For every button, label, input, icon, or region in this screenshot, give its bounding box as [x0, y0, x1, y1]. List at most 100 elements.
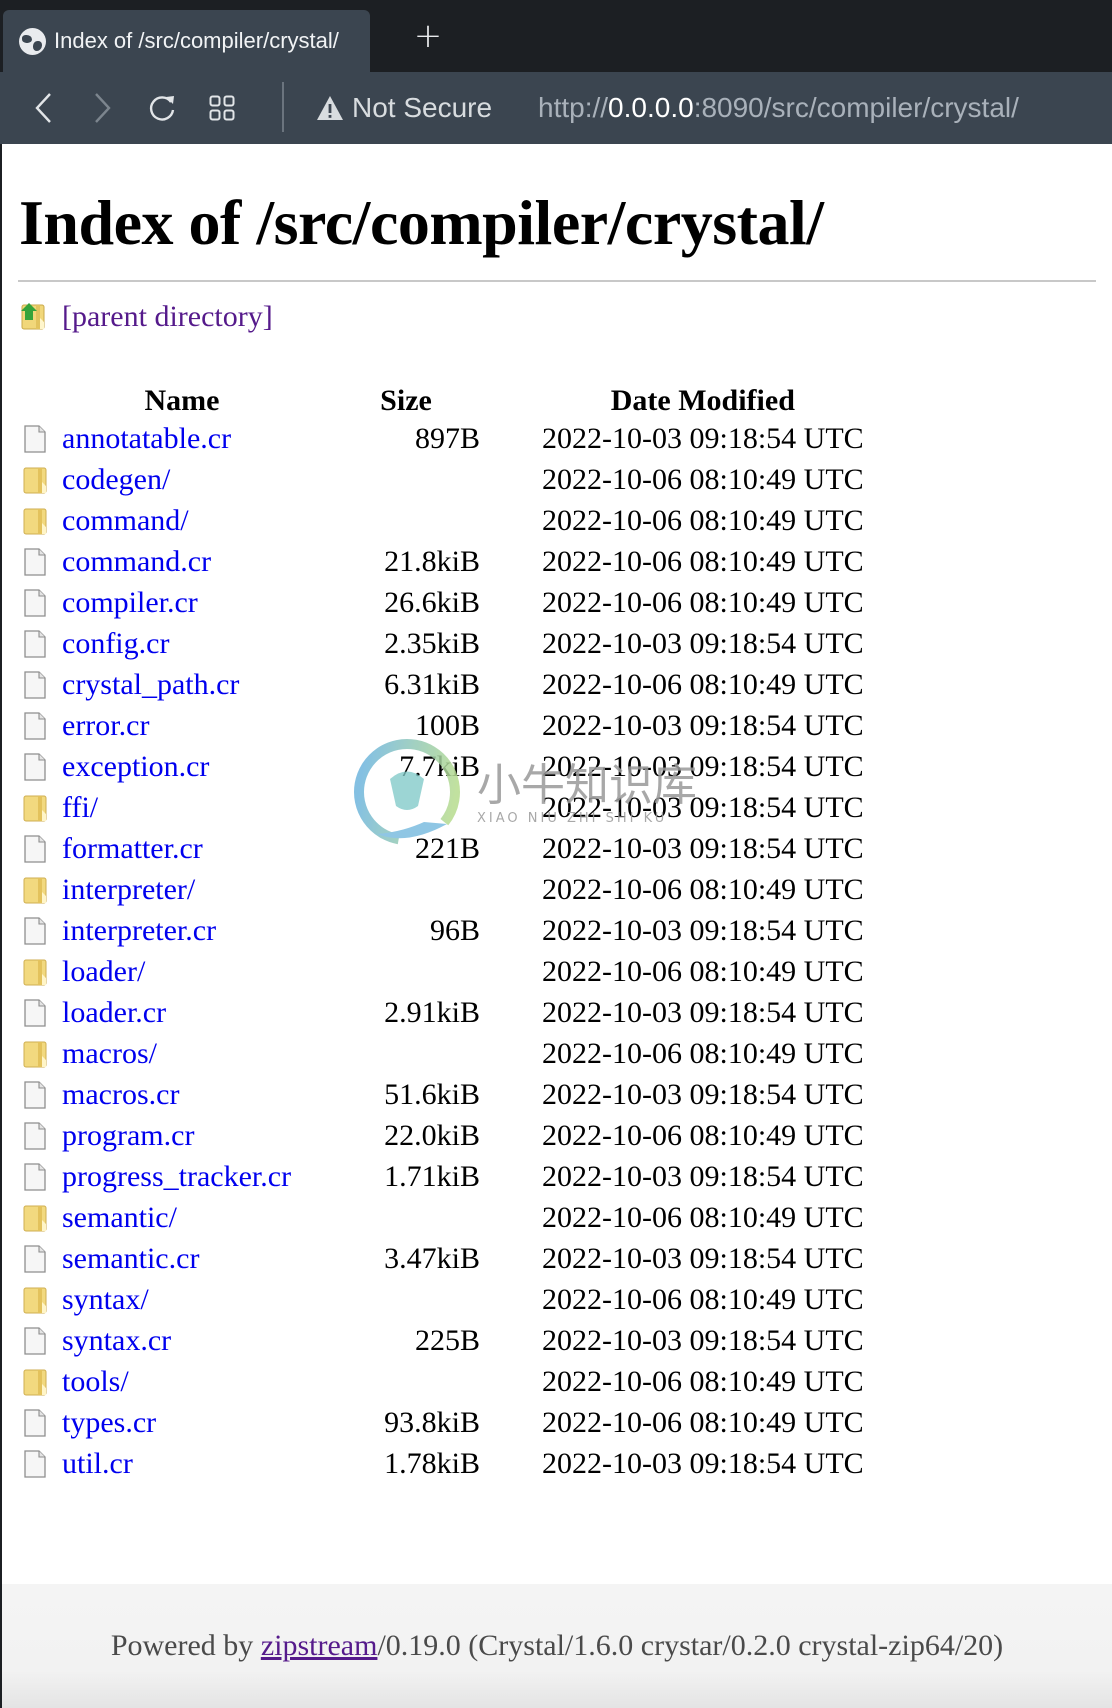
entry-size: 93.8kiB: [384, 1405, 480, 1439]
entry-date: 2022-10-06 08:10:49 UTC: [542, 1405, 864, 1439]
grid-icon: [209, 95, 235, 121]
tab-overview-button[interactable]: [202, 86, 242, 130]
folder-icon: [23, 1205, 47, 1231]
entry-link[interactable]: semantic/: [62, 1201, 177, 1234]
entry-size: 221B: [414, 831, 480, 865]
entry-date: 2022-10-03 09:18:54 UTC: [542, 421, 864, 455]
tab-title: Index of /src/compiler/crystal/: [54, 28, 339, 53]
toolbar-separator: [282, 82, 284, 132]
table-row: codegen/ 2022-10-06 08:10:49 UTC: [20, 459, 864, 500]
table-row: util.cr 1.78kiB 2022-10-03 09:18:54 UTC: [20, 1443, 864, 1484]
column-header-name[interactable]: Name: [20, 380, 302, 418]
entry-link[interactable]: semantic.cr: [62, 1242, 199, 1275]
warning-icon: [317, 96, 343, 120]
entry-date: 2022-10-06 08:10:49 UTC: [542, 544, 864, 578]
entry-size: 897B: [414, 421, 480, 455]
page-title: Index of /src/compiler/crystal/: [19, 187, 824, 258]
folder-icon: [23, 795, 47, 821]
file-icon: [24, 1080, 46, 1109]
table-row: ffi/ 2022-10-03 09:18:54 UTC: [20, 787, 864, 828]
entry-date: 2022-10-06 08:10:49 UTC: [542, 954, 864, 988]
table-row: error.cr 100B 2022-10-03 09:18:54 UTC: [20, 705, 864, 746]
entry-size: [302, 787, 480, 828]
footer-version: /0.19.0 (Crystal/1.6.0 crystar/0.2.0 cry…: [377, 1629, 1004, 1662]
entry-link[interactable]: formatter.cr: [62, 832, 203, 865]
zipstream-link[interactable]: zipstream: [261, 1629, 378, 1663]
entry-date: 2022-10-06 08:10:49 UTC: [542, 503, 864, 537]
entry-link[interactable]: syntax/: [62, 1283, 149, 1316]
table-row: interpreter/ 2022-10-06 08:10:49 UTC: [20, 869, 864, 910]
file-icon: [24, 1326, 46, 1355]
entry-link[interactable]: codegen/: [62, 463, 170, 496]
entry-link[interactable]: loader.cr: [62, 996, 166, 1029]
file-icon: [24, 916, 46, 945]
entry-link[interactable]: macros.cr: [62, 1078, 179, 1111]
entry-size: 2.91kiB: [384, 995, 480, 1029]
entry-link[interactable]: types.cr: [62, 1406, 156, 1439]
entry-link[interactable]: config.cr: [62, 627, 169, 660]
url-host: 0.0.0.0: [608, 92, 694, 123]
new-tab-button[interactable]: +: [410, 18, 446, 54]
file-icon: [24, 629, 46, 658]
entry-date: 2022-10-03 09:18:54 UTC: [542, 995, 864, 1029]
entry-link[interactable]: command/: [62, 504, 189, 537]
folder-icon: [23, 1041, 47, 1067]
table-row: semantic.cr 3.47kiB 2022-10-03 09:18:54 …: [20, 1238, 864, 1279]
entry-size: 26.6kiB: [384, 585, 480, 619]
folder-icon: [23, 1287, 47, 1313]
entry-size: 2.35kiB: [384, 626, 480, 660]
entry-link[interactable]: loader/: [62, 955, 145, 988]
folder-icon: [23, 508, 47, 534]
entry-date: 2022-10-03 09:18:54 UTC: [542, 1077, 864, 1111]
reload-button[interactable]: [142, 86, 182, 130]
footer-prefix: Powered by: [110, 1629, 261, 1662]
security-indicator[interactable]: Not Secure: [316, 86, 492, 130]
entry-date: 2022-10-03 09:18:54 UTC: [542, 790, 864, 824]
file-icon: [24, 670, 46, 699]
entry-link[interactable]: program.cr: [62, 1119, 194, 1152]
parent-directory-link[interactable]: [parent directory]: [62, 300, 273, 334]
file-listing-table: Name Size Date Modified annotatable.cr 8…: [20, 380, 864, 1484]
entry-link[interactable]: tools/: [62, 1365, 129, 1398]
chevron-right-icon: [95, 93, 111, 123]
forward-button[interactable]: [82, 86, 122, 130]
entry-link[interactable]: exception.cr: [62, 750, 209, 783]
browser-toolbar: Not Secure http://0.0.0.0:8090/src/compi…: [0, 72, 1112, 144]
file-icon: [24, 1244, 46, 1273]
entry-link[interactable]: compiler.cr: [62, 586, 198, 619]
entry-link[interactable]: command.cr: [62, 545, 211, 578]
entry-link[interactable]: annotatable.cr: [62, 422, 231, 455]
entry-link[interactable]: interpreter/: [62, 873, 195, 906]
table-row: formatter.cr 221B 2022-10-03 09:18:54 UT…: [20, 828, 864, 869]
entry-size: 51.6kiB: [384, 1077, 480, 1111]
entry-link[interactable]: interpreter.cr: [62, 914, 216, 947]
table-row: macros/ 2022-10-06 08:10:49 UTC: [20, 1033, 864, 1074]
file-icon: [24, 711, 46, 740]
entry-date: 2022-10-03 09:18:54 UTC: [542, 831, 864, 865]
folder-icon: [23, 1369, 47, 1395]
entry-size: 225B: [414, 1323, 480, 1357]
entry-link[interactable]: error.cr: [62, 709, 149, 742]
table-row: interpreter.cr 96B 2022-10-03 09:18:54 U…: [20, 910, 864, 951]
table-row: config.cr 2.35kiB 2022-10-03 09:18:54 UT…: [20, 623, 864, 664]
entry-link[interactable]: util.cr: [62, 1447, 133, 1480]
table-row: program.cr 22.0kiB 2022-10-06 08:10:49 U…: [20, 1115, 864, 1156]
chevron-left-icon: [35, 93, 51, 123]
file-icon: [24, 834, 46, 863]
tab-bar: Index of /src/compiler/crystal/ +: [0, 0, 1112, 72]
column-header-size[interactable]: Size: [302, 380, 480, 418]
browser-tab[interactable]: Index of /src/compiler/crystal/: [3, 10, 370, 72]
entry-link[interactable]: progress_tracker.cr: [62, 1160, 291, 1193]
column-header-date[interactable]: Date Modified: [480, 380, 864, 418]
entry-link[interactable]: crystal_path.cr: [62, 668, 239, 701]
entry-date: 2022-10-03 09:18:54 UTC: [542, 708, 864, 742]
entry-size: 100B: [414, 708, 480, 742]
entry-date: 2022-10-06 08:10:49 UTC: [542, 585, 864, 619]
entry-size: [302, 1197, 480, 1238]
address-bar[interactable]: http://0.0.0.0:8090/src/compiler/crystal…: [538, 86, 1019, 130]
entry-link[interactable]: syntax.cr: [62, 1324, 171, 1357]
entry-link[interactable]: ffi/: [62, 791, 98, 824]
back-button[interactable]: [24, 86, 64, 130]
file-icon: [24, 1449, 46, 1478]
entry-link[interactable]: macros/: [62, 1037, 157, 1070]
